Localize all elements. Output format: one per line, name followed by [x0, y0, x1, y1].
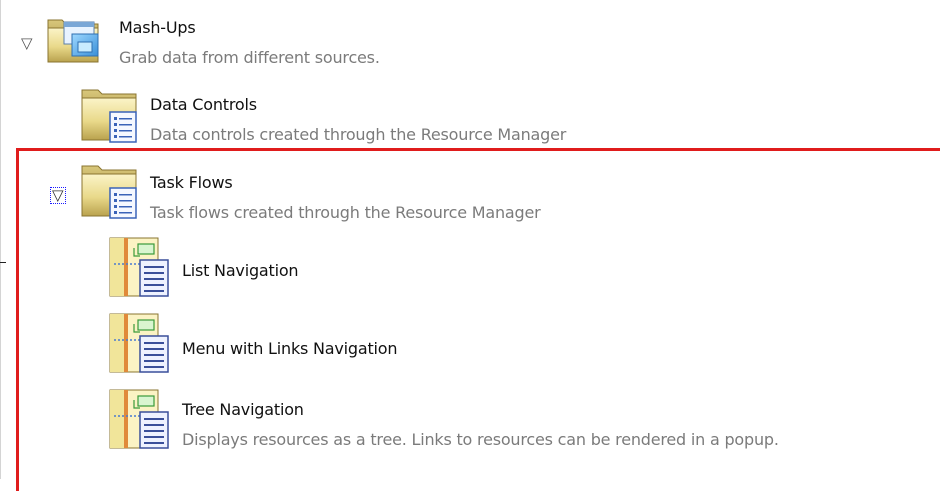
tree-node-mashups[interactable]: ▽ Mash-Ups Grab data from different sour…	[0, 0, 940, 80]
task-flow-icon	[109, 237, 169, 297]
node-title: Mash-Ups	[119, 18, 196, 37]
tree-node-task-flows[interactable]: ▽ Task Flows Task flows created through …	[0, 158, 940, 226]
task-flow-icon	[109, 313, 169, 373]
collapse-toggle-icon[interactable]: ▽	[21, 36, 33, 51]
task-flow-icon	[109, 389, 169, 449]
item-title: Tree Navigation	[182, 400, 304, 419]
node-title: Task Flows	[150, 173, 233, 192]
item-title: List Navigation	[182, 261, 299, 280]
node-description: Grab data from different sources.	[119, 48, 380, 67]
item-title: Menu with Links Navigation	[182, 339, 398, 358]
folder-list-icon	[81, 89, 137, 143]
item-description: Displays resources as a tree. Links to r…	[182, 430, 779, 449]
tree-item-menu-with-links-navigation[interactable]: Menu with Links Navigation	[0, 312, 940, 378]
node-description: Task flows created through the Resource …	[150, 203, 541, 222]
collapse-toggle-icon[interactable]: ▽	[50, 187, 66, 204]
mashup-folder-icon	[47, 19, 99, 63]
tree-item-tree-navigation[interactable]: Tree Navigation Displays resources as a …	[0, 388, 940, 458]
node-title: Data Controls	[150, 95, 257, 114]
node-description: Data controls created through the Resour…	[150, 125, 567, 144]
tree-node-data-controls[interactable]: Data Controls Data controls created thro…	[0, 82, 940, 146]
folder-list-icon	[81, 165, 137, 219]
tree-item-list-navigation[interactable]: List Navigation	[0, 236, 940, 302]
